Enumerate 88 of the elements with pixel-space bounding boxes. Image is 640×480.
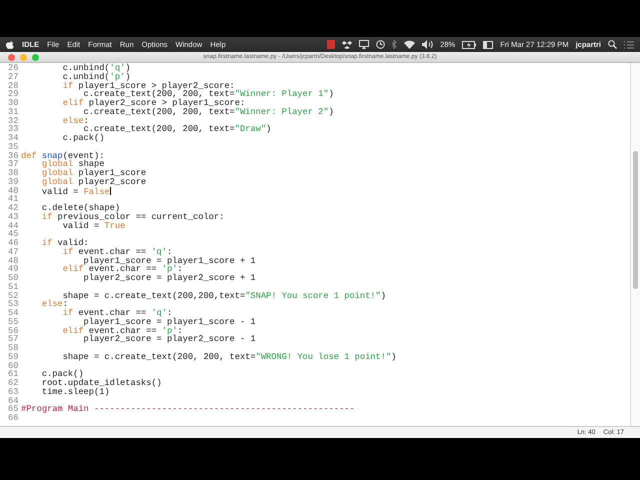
line-number: 47 [8, 248, 20, 256]
line-number: 46 [8, 239, 20, 248]
code-line: valid = True [62, 222, 126, 230]
code-line: else: [62, 116, 89, 126]
line-number: 29 [8, 90, 20, 99]
code-line: global player2_score [40, 178, 146, 186]
code-line: c.pack() [62, 134, 104, 143]
line-number: 33 [8, 125, 20, 134]
line-number: 58 [8, 344, 20, 353]
code-line: c.unbind('q') [62, 64, 130, 73]
battery-icon[interactable] [462, 40, 476, 48]
close-button[interactable] [8, 54, 15, 60]
display-icon[interactable] [359, 40, 370, 49]
line-number: 52 [8, 292, 20, 300]
code-line: def snap(event): [21, 152, 104, 160]
speaker-icon[interactable] [422, 40, 434, 49]
line-number: 41 [8, 195, 20, 204]
line-number: 43 [8, 212, 20, 222]
code-line: global player1_score [40, 169, 146, 178]
line-number: 55 [8, 318, 20, 326]
code-line: if player1_score > player2_score: [62, 82, 235, 90]
line-number: 26 [8, 64, 20, 73]
line-number: 27 [8, 72, 20, 82]
line-number: 49 [8, 265, 20, 274]
code-line: c.create_text(200, 200, text="Winner: Player 1") [84, 90, 334, 99]
line-number: 64 [8, 396, 20, 406]
line-number: 63 [8, 388, 20, 396]
line-number: 61 [8, 370, 20, 379]
line-number: 60 [8, 362, 20, 370]
list-icon[interactable] [624, 40, 634, 48]
code-line: player1_score = player1_score + 1 [83, 256, 256, 266]
code-line: c.create_text(200, 200, text="Draw") [84, 125, 272, 134]
code-line: player1_score = player1_score - 1 [83, 318, 256, 326]
line-number: 35 [8, 142, 20, 152]
line-number: 34 [8, 134, 20, 143]
code-line: root.update_idletasks() [40, 379, 162, 388]
line-number: 45 [8, 230, 20, 239]
clock-icon[interactable] [376, 40, 386, 49]
line-number: 48 [8, 256, 20, 266]
window-icon[interactable] [483, 40, 494, 48]
line-number: 42 [8, 204, 20, 213]
code-line: c.delete(shape) [40, 204, 120, 213]
line-number: 53 [8, 300, 20, 309]
line-number: 59 [8, 352, 20, 362]
line-number: 40 [8, 186, 20, 196]
box-icon[interactable] [342, 40, 352, 49]
code-line: if event.char == 'q': [62, 309, 172, 318]
code-line: c.pack() [40, 370, 84, 379]
line-number: 30 [8, 99, 20, 108]
code-line: elif event.char == 'p': [62, 326, 183, 336]
line-number: 38 [8, 169, 20, 178]
code-line: if valid: [40, 239, 89, 248]
search-icon[interactable] [608, 40, 617, 49]
line-number: 28 [8, 82, 20, 90]
record-icon[interactable] [327, 40, 336, 49]
bluetooth-icon[interactable] [392, 40, 398, 49]
code-line: valid = False [40, 186, 111, 196]
code-line: elif player2_score > player1_score: [62, 99, 246, 108]
code-line: c.create_text(200, 200, text="Winner: Player 2") [83, 108, 334, 116]
line-number: 56 [8, 326, 20, 336]
code-line: else: [40, 300, 68, 309]
code-line: player2_score = player2_score + 1 [82, 274, 256, 283]
code-line: if event.char == 'q': [62, 248, 172, 256]
line-number: 32 [8, 116, 20, 126]
line-number: 54 [8, 309, 20, 318]
line-number: 31 [8, 108, 20, 116]
line-number: 57 [8, 335, 20, 344]
line-number: 62 [8, 379, 20, 388]
code-line: if previous_color == current_color: [40, 212, 224, 222]
code-line: shape = c.create_text(200,200,text="SNAP! You score 1 point!") [62, 292, 386, 300]
apple-icon[interactable] [6, 40, 14, 49]
line-number: 51 [8, 282, 20, 292]
code-line: c.unbind('p') [62, 72, 130, 82]
code-line: #Program Main -------------------------------------------------- [21, 405, 355, 414]
line-number: 65 [8, 405, 20, 414]
line-number: 36 [8, 152, 20, 160]
code-line: player2_score = player2_score - 1 [82, 335, 256, 344]
code-line: elif event.char == 'p': [62, 265, 183, 274]
line-number: 39 [8, 178, 20, 186]
code-line: global shape [40, 160, 104, 169]
wifi-icon[interactable] [404, 40, 416, 49]
line-number: 66 [8, 414, 20, 423]
line-number: 50 [8, 274, 20, 283]
line-number: 37 [8, 160, 20, 169]
scrollbar-thumb[interactable] [633, 151, 638, 289]
code-line: shape = c.create_text(200, 200, text="WRONG! You lose 1 point!") [62, 352, 396, 362]
line-number: 44 [8, 222, 20, 230]
code-line: time.sleep(1) [40, 388, 110, 396]
